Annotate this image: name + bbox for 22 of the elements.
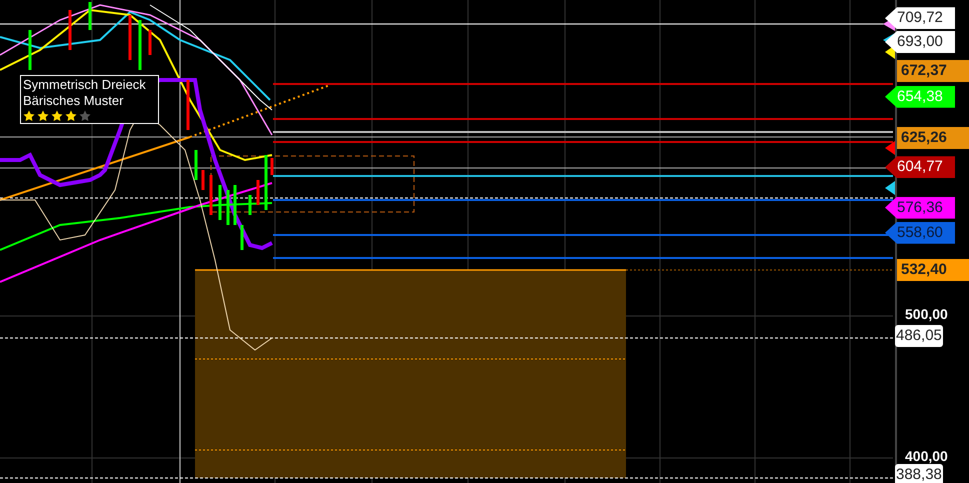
axis-tick-label: 500,00 xyxy=(905,306,948,322)
price-pointer xyxy=(885,141,895,155)
pattern-label: Symmetrisch Dreieck xyxy=(23,77,147,93)
price-tag: 693,00 xyxy=(885,30,955,53)
axis-tick-label: 400,00 xyxy=(905,448,948,464)
star-icon xyxy=(37,110,49,122)
price-tag: 625,26 xyxy=(897,127,969,150)
price-tag: 486,05 xyxy=(895,324,943,347)
star-icon xyxy=(23,110,35,122)
star-icon xyxy=(65,110,77,122)
price-tag: 604,77 xyxy=(885,156,955,178)
price-pointer xyxy=(885,181,895,195)
price-tag: 709,72 xyxy=(885,7,955,30)
price-tag: 654,38 xyxy=(885,86,955,108)
price-tag: 672,37 xyxy=(897,60,969,82)
price-tag: 388,38 xyxy=(895,464,943,483)
price-tag: 558,60 xyxy=(885,222,955,244)
star-icon xyxy=(51,110,63,122)
price-tag: 532,40 xyxy=(897,258,969,281)
pattern-label: Bärisches Muster xyxy=(23,93,124,109)
price-tag: 576,36 xyxy=(885,196,955,219)
star-icon xyxy=(79,110,91,122)
